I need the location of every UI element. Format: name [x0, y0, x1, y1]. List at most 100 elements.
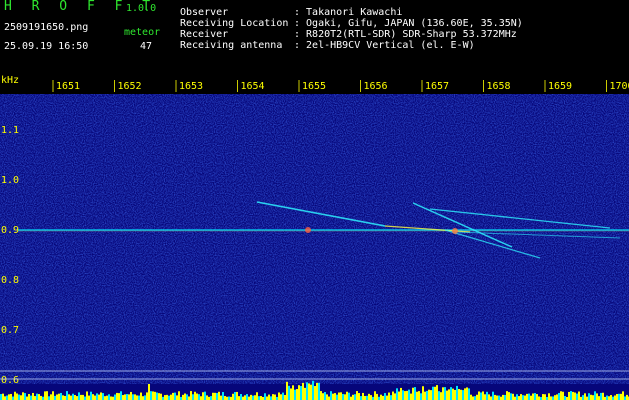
level-bar [438, 391, 440, 400]
level-bar [292, 385, 294, 400]
level-bar [134, 394, 136, 400]
freq-tick-label: 0.6 [1, 375, 19, 386]
axis-unit-label: kHz [1, 75, 19, 86]
level-bar [66, 391, 68, 400]
level-bar [54, 395, 56, 400]
level-bar [94, 395, 96, 400]
level-bar [622, 391, 624, 400]
level-bar [332, 393, 334, 400]
level-bar [440, 392, 442, 400]
level-bar [14, 391, 16, 400]
level-bar [196, 393, 198, 400]
level-bar [354, 394, 356, 400]
level-bar [130, 391, 132, 400]
level-bar [294, 389, 296, 400]
level-bar [44, 391, 46, 400]
time-tick-label: 1659 [548, 81, 572, 92]
level-bar [48, 396, 50, 400]
level-bar [76, 396, 78, 400]
level-bar [320, 391, 322, 400]
level-bar [422, 386, 424, 400]
level-bar [88, 395, 90, 400]
level-bar [560, 391, 562, 400]
level-bar [390, 395, 392, 400]
level-bar [174, 392, 176, 400]
level-bar [154, 391, 156, 400]
level-bar [92, 394, 94, 400]
level-bar [510, 393, 512, 400]
level-bar [234, 392, 236, 400]
level-bar [608, 396, 610, 400]
level-bar [444, 387, 446, 400]
level-bar [30, 395, 32, 400]
level-bar [496, 395, 498, 400]
level-bar [346, 391, 348, 400]
time-tick-label: 1656 [363, 81, 387, 92]
level-bar [256, 392, 258, 400]
level-bar [376, 393, 378, 400]
level-bar [158, 393, 160, 400]
level-bar [136, 395, 138, 400]
level-bar [110, 396, 112, 400]
level-bar [318, 382, 320, 400]
level-bar [148, 384, 150, 400]
level-bar [8, 394, 10, 400]
level-bar [32, 392, 34, 400]
level-bar [34, 396, 36, 400]
level-bar [360, 396, 362, 400]
level-bar [474, 396, 476, 400]
level-bar [296, 389, 298, 400]
level-bar [244, 395, 246, 400]
level-bar [10, 393, 12, 400]
level-bar [260, 396, 262, 400]
level-bar [408, 389, 410, 400]
freq-tick-label: 0.9 [1, 225, 19, 236]
level-bar [326, 394, 328, 400]
level-bar [450, 387, 452, 400]
level-bar [26, 396, 28, 400]
level-bar [518, 396, 520, 400]
level-bar [138, 395, 140, 400]
level-bar [192, 394, 194, 400]
level-bar [64, 395, 66, 400]
level-bar [188, 396, 190, 400]
level-bar [268, 394, 270, 400]
level-bar [300, 386, 302, 400]
level-bar [68, 394, 70, 400]
time-tick-label: 1657 [425, 81, 449, 92]
level-bar [20, 395, 22, 400]
level-bar [498, 395, 500, 400]
level-bar [236, 391, 238, 400]
level-bar [28, 394, 30, 400]
level-bar [456, 385, 458, 400]
level-bar [388, 392, 390, 400]
level-bar [612, 396, 614, 400]
level-bar [6, 395, 8, 400]
level-bar [512, 393, 514, 400]
level-bar [140, 392, 142, 400]
level-bar [428, 389, 430, 400]
level-bar [460, 389, 462, 400]
level-bar [194, 391, 196, 400]
level-bar [550, 396, 552, 400]
level-bar [328, 396, 330, 400]
level-bar [206, 395, 208, 400]
level-bar [96, 393, 98, 400]
level-bar [610, 395, 612, 400]
level-bar [430, 390, 432, 400]
level-bar [252, 395, 254, 400]
time-axis: 1651 1652 1653 1654 1655 1656 1657 1658 1659 1700… [1, 75, 629, 92]
level-bar [126, 394, 128, 400]
level-bar [614, 395, 616, 400]
level-bar [420, 393, 422, 400]
level-bar [442, 387, 444, 400]
level-bar [18, 394, 20, 400]
level-bar [214, 392, 216, 400]
level-bar [602, 392, 604, 400]
level-bar [476, 394, 478, 400]
level-bar [374, 391, 376, 400]
level-bar [392, 391, 394, 400]
level-bar [600, 392, 602, 400]
level-bar [306, 382, 308, 400]
level-bar [90, 391, 92, 400]
